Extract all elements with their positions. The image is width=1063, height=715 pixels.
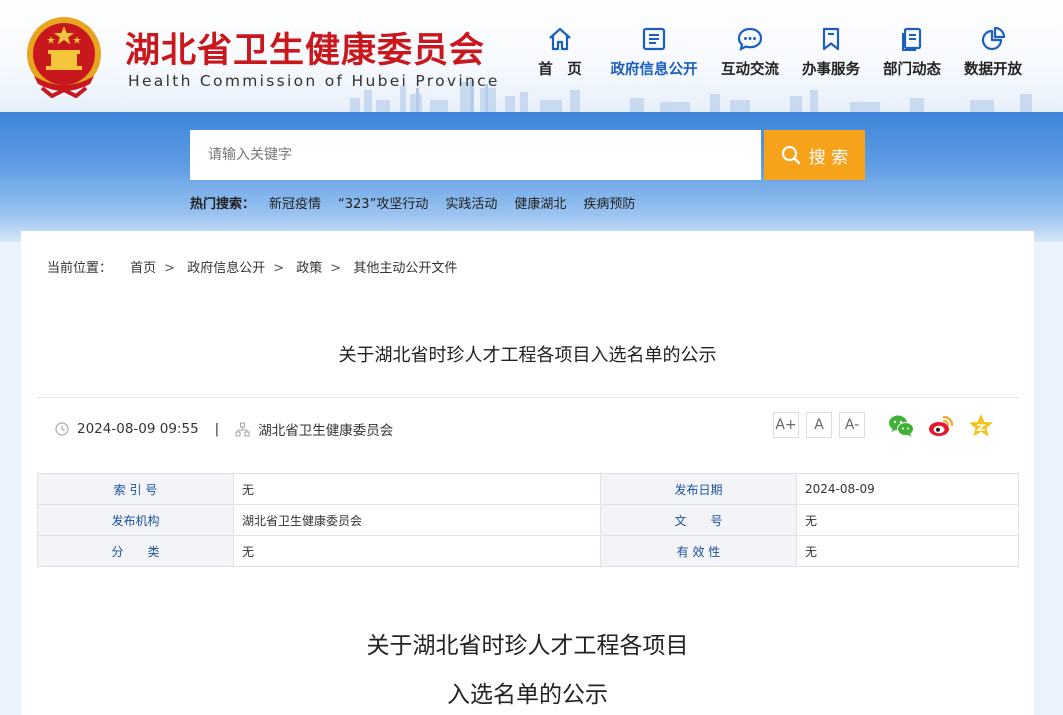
body-title-line-1: 关于湖北省时珍人才工程各项目 [366, 633, 689, 659]
home-icon [549, 27, 571, 51]
publishing-org-value: 湖北省卫生健康委员会 [233, 504, 601, 536]
clock-icon [55, 422, 69, 436]
site-title: 湖北省卫生健康委员会 [125, 31, 486, 71]
nav-services[interactable]: 办事服务 [799, 24, 863, 94]
search-icon [781, 145, 800, 165]
nav-home-label: 首 页 [538, 62, 582, 78]
publish-datetime: 2024-08-09 09:55 [77, 421, 199, 437]
nav-open-data-label: 数据开放 [964, 62, 1022, 78]
search-input[interactable] [190, 130, 761, 180]
font-default-button[interactable]: A [806, 412, 832, 438]
share-buttons [887, 412, 995, 440]
weibo-icon[interactable] [927, 412, 955, 440]
nav-interaction-label: 互动交流 [721, 62, 779, 78]
article-meta: 2024-08-09 09:55 | 湖北省卫生健康委员会 [55, 419, 393, 439]
breadcrumb-separator: > [164, 261, 176, 276]
breadcrumb-item-gov-info[interactable]: 政府信息公开 [187, 261, 265, 276]
nav-open-data[interactable]: 数据开放 [961, 24, 1025, 94]
hot-search-item[interactable]: “323”攻坚行动 [338, 193, 428, 212]
national-emblem-logo [27, 17, 101, 98]
favorite-star-icon[interactable] [967, 412, 995, 440]
organization-icon [235, 421, 250, 437]
table-row: 发布机构 湖北省卫生健康委员会 文 号 无 [37, 504, 1019, 536]
breadcrumb-item-policy[interactable]: 政策 [296, 261, 322, 276]
news-copy-icon [902, 27, 922, 51]
hot-search-item[interactable]: 新冠疫情 [269, 193, 321, 212]
nav-dept-news[interactable]: 部门动态 [880, 24, 944, 94]
font-increase-label: A+ [775, 417, 797, 433]
document-info-table: 索 引 号 无 发布日期 2024-08-09 发布机构 湖北省卫生健康委员会 … [37, 473, 1019, 567]
nav-interaction[interactable]: 互动交流 [718, 24, 782, 94]
bookmark-icon [822, 27, 840, 51]
validity-value: 无 [796, 535, 1019, 567]
nav-gov-info-label: 政府信息公开 [610, 62, 698, 78]
breadcrumb-item-home[interactable]: 首页 [130, 261, 156, 276]
search-button-label: 搜 索 [808, 147, 849, 168]
nav-gov-info[interactable]: 政府信息公开 [608, 24, 700, 94]
article-panel: 当前位置： 首页 > 政府信息公开 > 政策 > 其他主动公开文件 关于湖北省时珍人才… [21, 231, 1034, 715]
wechat-icon[interactable] [887, 412, 915, 440]
nav-services-label: 办事服务 [802, 62, 860, 78]
body-title-line-2: 入选名单的公示 [447, 682, 608, 708]
publisher-name: 湖北省卫生健康委员会 [258, 423, 394, 439]
nav-dept-news-label: 部门动态 [883, 62, 941, 78]
hot-search-item[interactable]: 健康湖北 [514, 193, 566, 212]
document-list-icon [642, 27, 666, 51]
index-number-value: 无 [233, 473, 601, 505]
breadcrumb: 当前位置： 首页 > 政府信息公开 > 政策 > 其他主动公开文件 [47, 257, 465, 276]
document-number-label: 文 号 [600, 504, 797, 536]
site-header: 湖北省卫生健康委员会 Health Commission of Hubei Pr… [0, 0, 1063, 112]
category-label: 分 类 [37, 535, 234, 567]
table-row: 分 类 无 有 效 性 无 [37, 535, 1019, 567]
validity-label: 有 效 性 [600, 535, 797, 567]
hot-search-item[interactable]: 实践活动 [445, 193, 497, 212]
chat-bubble-icon [737, 27, 763, 52]
font-size-controls: A+ A A- [773, 412, 865, 438]
nav-home[interactable]: 首 页 [535, 24, 585, 94]
search-button[interactable]: 搜 索 [764, 130, 865, 180]
publish-date-value: 2024-08-09 [796, 473, 1019, 505]
article-meta-bar: 2024-08-09 09:55 | 湖北省卫生健康委员会 A+ A A- [37, 397, 1019, 457]
site-subtitle: Health Commission of Hubei Province [128, 72, 500, 90]
breadcrumb-separator: > [330, 261, 342, 276]
document-number-value: 无 [796, 504, 1019, 536]
meta-divider: | [214, 421, 220, 437]
font-increase-button[interactable]: A+ [773, 412, 799, 438]
hot-search-item[interactable]: 疾病预防 [583, 193, 635, 212]
font-decrease-label: A- [844, 417, 860, 433]
breadcrumb-separator: > [273, 261, 285, 276]
publishing-org-label: 发布机构 [37, 504, 234, 536]
breadcrumb-item-other-files[interactable]: 其他主动公开文件 [353, 261, 457, 276]
font-decrease-button[interactable]: A- [839, 412, 865, 438]
font-default-label: A [814, 417, 824, 433]
article-title: 关于湖北省时珍人才工程各项目入选名单的公示 [338, 345, 717, 366]
table-row: 索 引 号 无 发布日期 2024-08-09 [37, 473, 1019, 505]
index-number-label: 索 引 号 [37, 473, 234, 505]
hot-search: 热门搜索： 新冠疫情 “323”攻坚行动 实践活动 健康湖北 疾病预防 [190, 193, 652, 212]
pie-chart-icon [981, 26, 1006, 51]
category-value: 无 [233, 535, 601, 567]
publish-date-label: 发布日期 [600, 473, 797, 505]
breadcrumb-label: 当前位置： [47, 261, 113, 276]
hot-search-label: 热门搜索： [190, 197, 256, 212]
